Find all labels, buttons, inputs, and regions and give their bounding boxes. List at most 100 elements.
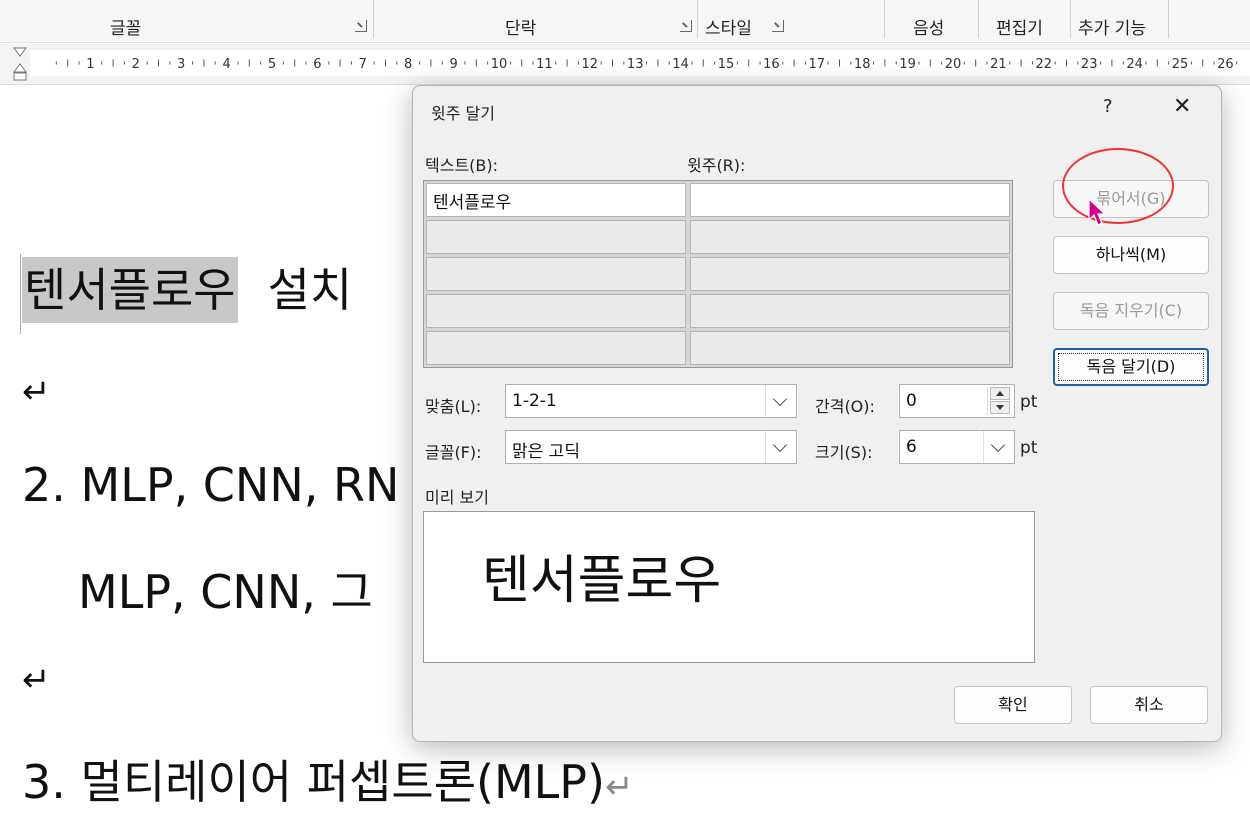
ribbon-separator (373, 0, 374, 38)
ruler-number: 23 (1081, 57, 1098, 72)
base-text-label: 텍스트(B): (425, 156, 499, 175)
ruler-number: 15 (718, 57, 735, 72)
size-value: 6 (906, 437, 917, 457)
ribbon-group-voice: 음성 (913, 19, 945, 39)
font-dialog-launcher-icon[interactable] (355, 20, 367, 32)
ruler-number: 6 (313, 57, 321, 72)
preview-text: 텐서플로우 (482, 551, 722, 611)
preview-box: 텐서플로우 (423, 511, 1035, 663)
alignment-label: 맞춤(L): (425, 397, 482, 416)
base-text-cell[interactable] (426, 331, 686, 365)
alignment-select[interactable]: 1-2-1 (505, 384, 797, 418)
ruby-text-cell[interactable] (690, 257, 1010, 291)
chevron-down-icon[interactable] (765, 431, 796, 463)
apply-reading-button[interactable]: 독음 달기(D) (1053, 348, 1209, 386)
paragraph-mark-icon: ↵ (604, 767, 634, 807)
chevron-down-icon[interactable] (765, 385, 796, 417)
ruler-number: 11 (536, 57, 553, 72)
ruler-ticks: 1 2 3 4 5 6 7 8 9 10 11 12 13 14 15 16 17 18 19 20 21 22 23 24 2… (55, 57, 1238, 72)
ribbon-separator (1070, 0, 1071, 38)
base-text-cell[interactable] (426, 294, 686, 328)
phonetic-guide-dialog: 윗주 달기 ? ✕ 텍스트(B): 윗주(R): 텐서플로우 맞춤(L): 1-… (412, 85, 1222, 742)
ruler-number: 17 (809, 57, 826, 72)
ruler-number: 8 (404, 57, 412, 72)
font-select[interactable]: 맑은 고딕 (505, 430, 797, 464)
styles-dialog-launcher-icon[interactable] (772, 20, 784, 32)
doc-line-1: 텐서플로우 설치 (22, 254, 353, 323)
clear-reading-button[interactable]: 독음 지우기(C) (1053, 292, 1209, 330)
horizontal-ruler[interactable]: 1 2 3 4 5 6 7 8 9 10 11 12 13 14 15 16 17 18 19 20 21 22 23 24 2… (0, 44, 1250, 85)
ruler-number: 4 (222, 57, 230, 72)
base-text-cell[interactable]: 텐서플로우 (426, 183, 686, 217)
paragraph-dialog-launcher-icon[interactable] (680, 20, 692, 32)
paragraph-mark-icon: ↵ (22, 660, 51, 700)
spin-up-icon[interactable] (990, 387, 1010, 400)
ruler-number: 10 (491, 57, 508, 72)
font-value: 맑은 고딕 (512, 442, 580, 462)
doc-line-4-text: 3. 멀티레이어 퍼셉트론(MLP) (22, 755, 605, 809)
offset-label: 간격(O): (815, 397, 875, 416)
mono-button[interactable]: 하나씩(M) (1053, 236, 1209, 274)
ruler-number: 12 (582, 57, 599, 72)
ruler-number: 21 (990, 57, 1007, 72)
ruler-number: 1 (86, 57, 94, 72)
cancel-button[interactable]: 취소 (1090, 686, 1208, 724)
base-text-cell[interactable] (426, 220, 686, 254)
ribbon-separator (697, 0, 698, 38)
dialog-title: 윗주 달기 (431, 104, 495, 123)
ruler-number: 3 (177, 57, 185, 72)
close-icon[interactable]: ✕ (1173, 94, 1191, 119)
ruler-number: 5 (268, 57, 276, 72)
spin-down-icon[interactable] (990, 401, 1010, 414)
group-button[interactable]: 묶어서(G) (1053, 180, 1209, 218)
ruby-text-cell[interactable] (690, 331, 1010, 365)
help-icon[interactable]: ? (1103, 96, 1113, 117)
ruler-number: 9 (449, 57, 457, 72)
ribbon-group-editor: 편집기 (996, 19, 1043, 39)
ruby-text-label: 윗주(R): (687, 156, 746, 175)
focus-rect (1058, 353, 1204, 381)
ribbon-group-bar: 글꼴 단락 스타일 음성 편집기 추가 기능 (0, 0, 1250, 43)
ruby-text-cell[interactable] (690, 220, 1010, 254)
ruler-number: 25 (1172, 57, 1189, 72)
ribbon-group-font: 글꼴 (110, 19, 142, 39)
size-unit: pt (1020, 438, 1038, 458)
ruler-number: 22 (1036, 57, 1053, 72)
ruler-number: 24 (1126, 57, 1143, 72)
ruler-number: 16 (763, 57, 780, 72)
offset-spinner[interactable]: 0 (899, 384, 1015, 418)
ruler-number: 14 (672, 57, 689, 72)
margin-marker (20, 254, 21, 334)
ruler-number: 18 (854, 57, 871, 72)
alignment-value: 1-2-1 (512, 391, 557, 411)
ruler-number: 7 (359, 57, 367, 72)
doc-line-1-rest: 설치 (267, 263, 353, 317)
doc-line-2: 2. MLP, CNN, RN (22, 458, 400, 512)
indent-marker-icon[interactable] (12, 46, 28, 82)
ok-button[interactable]: 확인 (954, 686, 1072, 724)
chevron-down-icon[interactable] (983, 431, 1014, 463)
ruler-number: 19 (899, 57, 916, 72)
ribbon-separator (978, 0, 979, 38)
selected-text[interactable]: 텐서플로우 (22, 257, 238, 323)
ribbon-separator (884, 0, 885, 38)
doc-line-3: MLP, CNN, 그 (78, 565, 373, 619)
ruler-number: 20 (945, 57, 962, 72)
phonetic-grid: 텐서플로우 (423, 180, 1013, 368)
ruler-number: 2 (132, 57, 140, 72)
ribbon-group-paragraph: 단락 (505, 19, 537, 39)
ribbon-separator (1168, 0, 1169, 38)
base-text-cell[interactable] (426, 257, 686, 291)
size-select[interactable]: 6 (899, 430, 1015, 464)
font-label: 글꼴(F): (425, 443, 482, 462)
ruler-number: 13 (627, 57, 644, 72)
ruby-text-cell[interactable] (690, 294, 1010, 328)
offset-unit: pt (1020, 392, 1038, 412)
ribbon-group-styles: 스타일 (705, 19, 752, 39)
size-label: 크기(S): (815, 443, 873, 462)
preview-label: 미리 보기 (425, 488, 489, 507)
paragraph-mark-icon: ↵ (22, 372, 51, 412)
ruby-text-cell[interactable] (690, 183, 1010, 217)
spin-buttons (987, 387, 1012, 415)
doc-line-4: 3. 멀티레이어 퍼셉트론(MLP)↵ (22, 746, 633, 812)
